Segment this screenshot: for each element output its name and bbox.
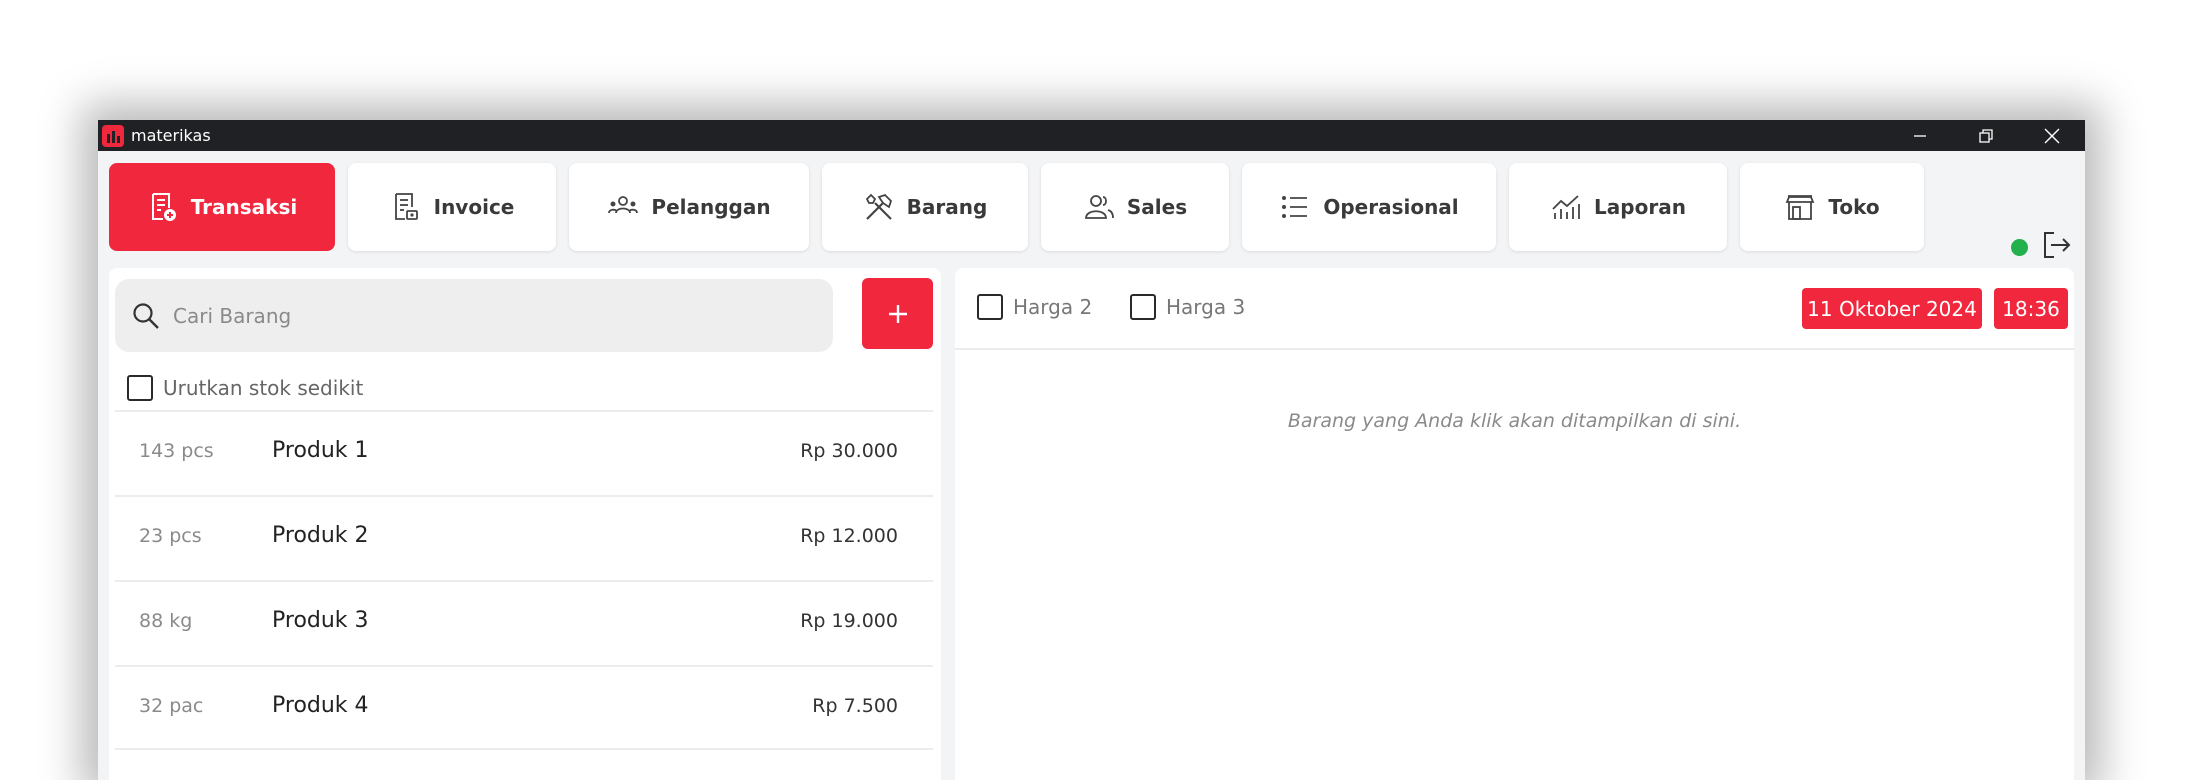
product-row[interactable]: 143 pcs Produk 1 Rp 30.000	[115, 410, 933, 495]
nav-tab-operasional[interactable]: Operasional	[1242, 163, 1496, 251]
product-stock: 143 pcs	[139, 440, 214, 462]
restore-icon	[1979, 128, 1993, 143]
list-icon	[1282, 196, 1308, 218]
harga-3-label: Harga 3	[1166, 295, 1246, 319]
harga-2-checkbox[interactable]	[977, 294, 1003, 320]
store-icon	[1786, 195, 1815, 220]
sort-low-stock-label: Urutkan stok sedikit	[163, 376, 364, 400]
product-price: Rp 19.000	[800, 610, 898, 632]
product-stock: 23 pcs	[139, 525, 202, 547]
nav-label: Invoice	[433, 195, 515, 219]
close-icon	[2044, 128, 2060, 143]
product-name: Produk 1	[272, 438, 369, 463]
sort-low-stock-checkbox[interactable]	[127, 375, 153, 401]
harga-2-label: Harga 2	[1013, 295, 1093, 319]
search-box[interactable]	[115, 279, 833, 352]
product-name: Produk 3	[272, 608, 369, 633]
price-option-harga-3[interactable]: Harga 3	[1130, 294, 1245, 320]
product-row[interactable]: 32 pac Produk 4 Rp 7.500	[115, 665, 933, 750]
nav-tab-laporan[interactable]: Laporan	[1509, 163, 1727, 251]
nav-tab-toko[interactable]: Toko	[1740, 163, 1924, 251]
product-panel: Urutkan stok sedikit 143 pcs Produk 1 Rp…	[109, 268, 941, 780]
cart-empty-message: Barang yang Anda klik akan ditampilkan d…	[1287, 410, 1742, 432]
time-badge: 18:36	[1994, 288, 2068, 329]
nav-label: Operasional	[1323, 195, 1459, 219]
app-window: materikas Transaksi Invoice Pelanggan Ba…	[98, 120, 2085, 780]
minimize-icon	[1914, 134, 1926, 137]
sort-low-stock-option[interactable]: Urutkan stok sedikit	[127, 373, 363, 403]
cart-panel: Harga 2 Harga 3 11 Oktober 2024 18:36 Ba…	[955, 268, 2074, 780]
price-option-harga-2[interactable]: Harga 2	[977, 294, 1092, 320]
nav-label: Sales	[1126, 195, 1188, 219]
date-badge: 11 Oktober 2024	[1802, 288, 1982, 329]
app-logo-icon	[102, 124, 124, 147]
online-status-indicator	[2011, 239, 2028, 256]
product-price: Rp 30.000	[800, 440, 898, 462]
nav-tab-invoice[interactable]: Invoice	[348, 163, 556, 251]
nav-tab-pelanggan[interactable]: Pelanggan	[569, 163, 809, 251]
product-row[interactable]: 88 kg Produk 3 Rp 19.000	[115, 580, 933, 665]
window-controls	[1887, 120, 2085, 151]
title-bar[interactable]: materikas	[98, 120, 2085, 151]
product-name: Produk 2	[272, 523, 369, 548]
search-icon	[133, 303, 159, 329]
product-price: Rp 7.500	[812, 695, 898, 717]
chart-icon	[1552, 195, 1580, 219]
nav-label: Barang	[906, 195, 988, 219]
tools-icon	[865, 193, 892, 220]
product-price: Rp 12.000	[800, 525, 898, 547]
harga-3-checkbox[interactable]	[1130, 294, 1156, 320]
nav-label: Toko	[1828, 195, 1880, 219]
product-list: 143 pcs Produk 1 Rp 30.000 23 pcs Produk…	[115, 410, 933, 750]
product-stock: 88 kg	[139, 610, 193, 632]
nav-tab-barang[interactable]: Barang	[822, 163, 1028, 251]
screen: materikas Transaksi Invoice Pelanggan Ba…	[0, 0, 2185, 780]
main-nav: Transaksi Invoice Pelanggan Barang Sales…	[109, 163, 2074, 258]
nav-tab-sales[interactable]: Sales	[1041, 163, 1229, 251]
cart-header: Harga 2 Harga 3 11 Oktober 2024 18:36	[955, 268, 2074, 350]
window-title: materikas	[131, 126, 211, 145]
logout-icon[interactable]	[2039, 227, 2075, 263]
add-product-button[interactable]	[862, 278, 933, 349]
nav-label: Transaksi	[190, 195, 298, 219]
nav-label: Laporan	[1594, 195, 1686, 219]
plus-icon	[888, 304, 907, 323]
product-stock: 32 pac	[139, 695, 204, 717]
nav-tab-transaksi[interactable]: Transaksi	[109, 163, 335, 251]
sales-icon	[1084, 195, 1114, 219]
receipt-icon	[151, 193, 176, 221]
minimize-button[interactable]	[1887, 120, 1953, 151]
restore-button[interactable]	[1953, 120, 2019, 151]
customers-icon	[608, 196, 639, 214]
product-name: Produk 4	[272, 693, 369, 718]
nav-label: Pelanggan	[651, 195, 771, 219]
invoice-icon	[394, 193, 418, 220]
search-input[interactable]	[173, 279, 813, 352]
product-row[interactable]: 23 pcs Produk 2 Rp 12.000	[115, 495, 933, 580]
close-button[interactable]	[2019, 120, 2085, 151]
